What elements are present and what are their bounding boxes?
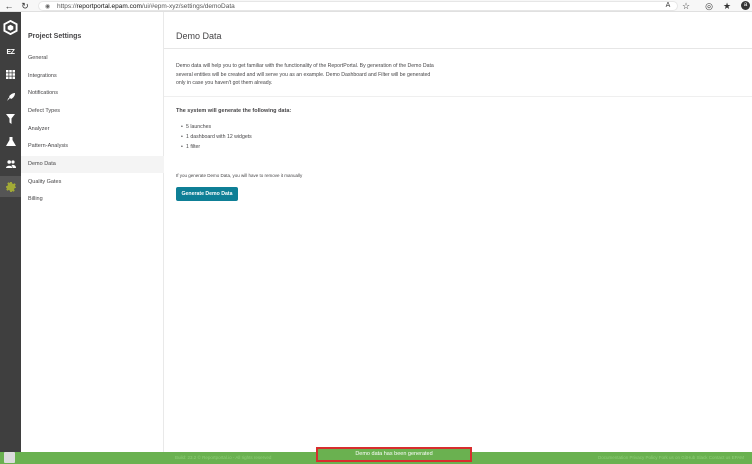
favorite-star-icon[interactable]: ☆ bbox=[680, 0, 692, 12]
reload-icon[interactable]: ↻ bbox=[19, 0, 31, 12]
settings-item-quality-gates[interactable]: Quality Gates bbox=[21, 174, 164, 191]
members-icon bbox=[5, 159, 16, 168]
footer-build-info: Build: 23.2 © Reportportal.io - All righ… bbox=[175, 455, 272, 460]
settings-item-analyzer[interactable]: Analyzer bbox=[21, 121, 164, 138]
project-selector[interactable]: EZ bbox=[0, 42, 21, 63]
launches-rocket-icon bbox=[6, 92, 15, 101]
profile-avatar[interactable]: a bbox=[741, 1, 750, 10]
settings-item-billing[interactable]: Billing bbox=[21, 191, 164, 208]
browser-toolbar: ← ↻ ◉ https://reportportal.epam.com/ui/#… bbox=[0, 0, 752, 12]
list-item: 1 dashboard with 12 widgets bbox=[181, 132, 252, 142]
favorites-bar-icon[interactable]: ★ bbox=[721, 0, 733, 12]
lock-icon: ◉ bbox=[45, 4, 51, 10]
settings-item-general[interactable]: General bbox=[21, 50, 164, 67]
url-text: https://reportportal.epam.com/ui/#epm-xy… bbox=[57, 3, 235, 10]
nav-launches[interactable] bbox=[0, 86, 21, 107]
ez-project-icon: EZ bbox=[6, 49, 15, 56]
settings-item-defect-types[interactable]: Defect Types bbox=[21, 103, 164, 120]
nav-debug[interactable] bbox=[0, 131, 21, 152]
intro-text: Demo data will help you to get familiar … bbox=[176, 63, 434, 86]
remove-manually-note: If you generate Demo Data, you will have… bbox=[176, 173, 303, 178]
left-sidebar: EZ bbox=[0, 12, 21, 464]
success-notification: Demo data has been generated bbox=[316, 447, 472, 462]
dashboard-grid-icon bbox=[6, 70, 15, 79]
nav-dashboards[interactable] bbox=[0, 64, 21, 85]
panel-title: Project Settings bbox=[28, 33, 82, 40]
settings-item-demo-data[interactable]: Demo Data bbox=[21, 156, 164, 173]
debug-icon bbox=[5, 137, 16, 146]
user-avatar[interactable] bbox=[4, 452, 15, 463]
generate-heading: The system will generate the following d… bbox=[176, 108, 292, 114]
settings-item-pattern-analysis[interactable]: Pattern-Analysis bbox=[21, 138, 164, 155]
nav-members[interactable] bbox=[0, 153, 21, 174]
list-item: 1 filter bbox=[181, 142, 252, 152]
demo-data-page: Demo Data Demo data will help you to get… bbox=[164, 12, 752, 452]
reportportal-logo-icon[interactable] bbox=[3, 20, 18, 35]
read-aloud-icon[interactable]: A bbox=[662, 0, 674, 12]
settings-item-notifications[interactable]: Notifications bbox=[21, 85, 164, 102]
section-divider bbox=[164, 96, 752, 97]
nav-filters[interactable] bbox=[0, 108, 21, 129]
project-settings-panel: Project Settings General Integrations No… bbox=[21, 12, 164, 452]
title-divider bbox=[164, 48, 752, 49]
back-arrow-icon[interactable]: ← bbox=[3, 0, 15, 12]
list-item: 5 launches bbox=[181, 122, 252, 132]
footer-links[interactable]: Documentation Privacy Policy Fork us on … bbox=[598, 452, 744, 464]
generated-items-list: 5 launches 1 dashboard with 12 widgets 1… bbox=[181, 122, 252, 152]
extensions-icon[interactable]: ◎ bbox=[703, 0, 715, 12]
page-title: Demo Data bbox=[176, 31, 222, 41]
settings-item-integrations[interactable]: Integrations bbox=[21, 68, 164, 85]
settings-gear-icon bbox=[5, 181, 16, 192]
generate-demo-data-button[interactable]: Generate Demo Data bbox=[176, 187, 238, 201]
filter-icon bbox=[6, 113, 15, 124]
address-bar[interactable]: ◉ https://reportportal.epam.com/ui/#epm-… bbox=[38, 1, 678, 11]
nav-project-settings[interactable] bbox=[0, 176, 21, 197]
